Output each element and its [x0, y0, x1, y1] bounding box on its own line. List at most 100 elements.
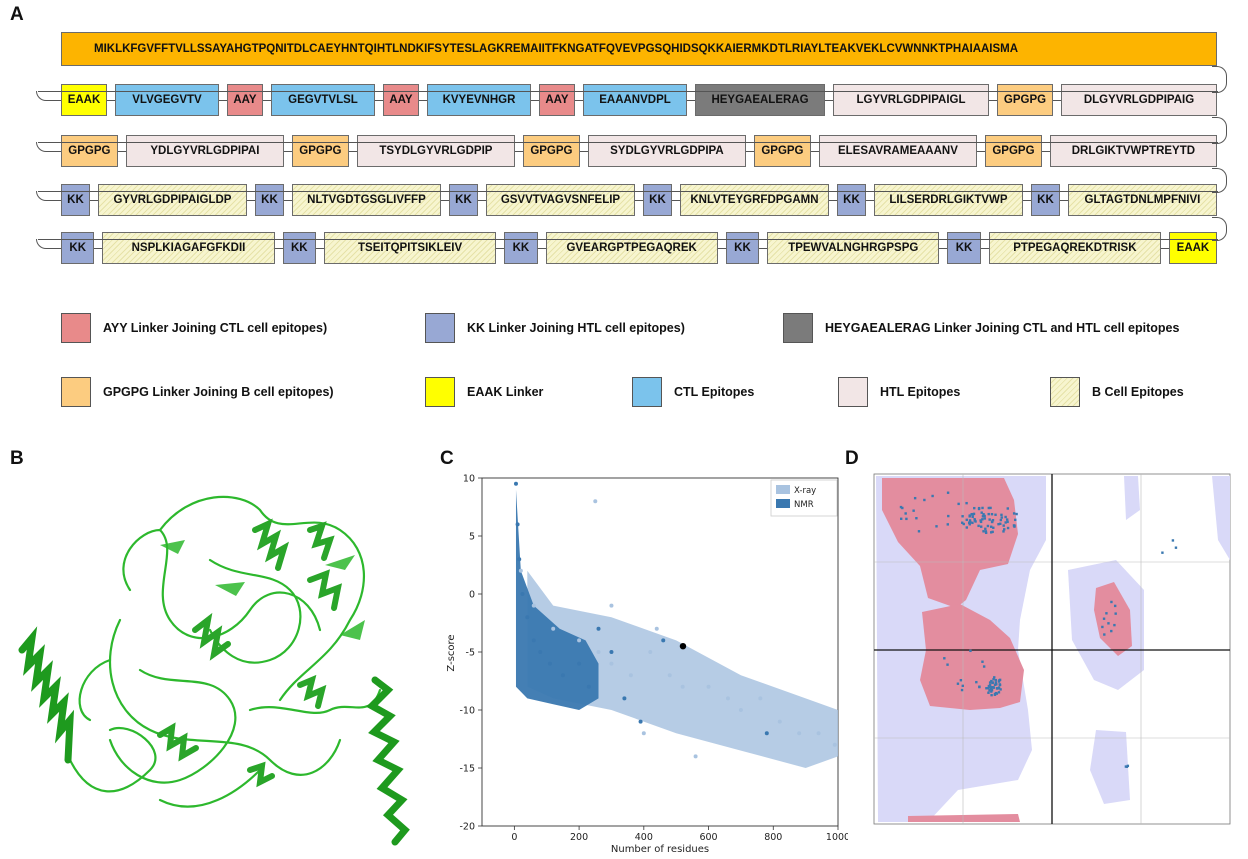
residue-point: [993, 692, 997, 696]
segment-connector: [635, 200, 643, 201]
segment-connector: [263, 100, 271, 101]
xray-point: [693, 754, 698, 759]
protein-3d-structure: [18, 495, 410, 846]
nmr-point: [531, 638, 536, 643]
residue-point: [1012, 512, 1016, 515]
residue-point: [981, 660, 984, 663]
legend-swatch: [1050, 377, 1080, 407]
residue-point: [1124, 765, 1128, 768]
panel-b-label: B: [10, 448, 24, 469]
residue-point: [965, 526, 969, 529]
residue-point: [991, 681, 994, 684]
residue-point: [984, 527, 987, 531]
nmr-point: [764, 731, 769, 736]
row-wrap-connector: [36, 239, 61, 249]
residue-point: [973, 506, 976, 510]
construct-segment-ctl: GEGVTVLSL: [271, 84, 375, 116]
row-wrap-connector: [36, 91, 61, 101]
residue-point: [991, 518, 995, 522]
construct-segment-gpgpg: GPGPG: [523, 135, 580, 167]
segment-connector: [829, 200, 837, 201]
construct-segment-bcell: KNLVTEYGRFDPGAMN: [679, 184, 829, 216]
construct-segment-bcell: TPEWVALNGHRGPSPG: [767, 232, 940, 264]
xray-point: [738, 708, 743, 712]
legend-swatch-xray: [776, 485, 790, 494]
xray-point: [680, 684, 685, 689]
construct-segment-kk: KK: [643, 184, 672, 216]
legend-swatch: [838, 377, 868, 407]
xray-point: [706, 684, 711, 689]
residue-point: [1013, 525, 1016, 528]
xray-point: [777, 719, 782, 724]
construct-segment-htl: ELESAVRAMEAAANV: [818, 135, 978, 167]
xray-point: [609, 603, 614, 608]
residue-point: [990, 512, 994, 516]
construct-segment-htl: LGYVRLGDPIPAIGL: [833, 84, 989, 116]
legend-swatch: [61, 377, 91, 407]
construct-segment-kk: KK: [725, 232, 760, 264]
legend-label: B Cell Epitopes: [1092, 385, 1184, 399]
construct-segment-gpgpg: GPGPG: [754, 135, 811, 167]
segment-connector: [375, 100, 383, 101]
segment-connector: [687, 100, 695, 101]
segment-connector: [865, 200, 874, 201]
segment-connector: [977, 151, 986, 152]
legend-item-aay: AYY Linker Joining CTL cell epitopes): [61, 313, 327, 343]
residue-point: [988, 683, 992, 687]
residue-point: [915, 517, 918, 520]
construct-segment-heyga: HEYGAEALERAG: [695, 84, 825, 116]
residue-point: [988, 681, 992, 684]
residue-point: [1113, 604, 1117, 608]
segment-connector: [107, 100, 115, 101]
nmr-point: [560, 673, 565, 678]
y-tick-label: -15: [459, 764, 475, 775]
construct-segment-bcell: NSPLKIAGAFGFKDII: [102, 232, 275, 264]
construct-segment-kk: KK: [947, 232, 981, 264]
legend-item-htl: HTL Epitopes: [838, 377, 960, 407]
residue-point: [899, 517, 903, 520]
residue-point: [1110, 629, 1113, 633]
segment-connector: [717, 248, 726, 249]
residue-point: [998, 678, 1002, 682]
residue-point: [990, 693, 993, 697]
nmr-point: [525, 615, 530, 620]
construct-segment-aay: AAY: [539, 84, 575, 116]
nmr-point: [515, 522, 520, 527]
construct-segment-htl: DLGYVRLGDPIPAIG: [1061, 84, 1217, 116]
residue-point: [980, 511, 983, 514]
residue-point: [904, 512, 907, 515]
segment-connector: [1041, 151, 1050, 152]
segment-connector: [1053, 100, 1061, 101]
residue-point: [1004, 521, 1007, 524]
residue-point: [999, 518, 1003, 522]
segment-connector: [1160, 248, 1169, 249]
panel-d-label: D: [845, 448, 859, 469]
nmr-point: [596, 626, 601, 631]
nmr-point: [586, 684, 591, 689]
legend-label: GPGPG Linker Joining B cell epitopes): [103, 385, 334, 399]
xray-point: [816, 731, 821, 736]
residue-point: [987, 691, 990, 694]
construct-segment-bcell: NLTVGDTGSGLIVFFP: [291, 184, 441, 216]
xray-point: [593, 499, 598, 504]
residue-point: [997, 522, 1000, 526]
construct-segment-kk: KK: [449, 184, 478, 216]
residue-point: [965, 501, 968, 505]
y-tick-label: -10: [459, 706, 475, 717]
signal-peptide-segment: MIKLKFGVFFTVLLSSAYAHGTPQNITDLCAEYHNTQIHT…: [61, 32, 1217, 66]
construct-segment-aay: AAY: [383, 84, 419, 116]
residue-point: [913, 496, 917, 500]
residue-point: [981, 506, 984, 510]
segment-connector: [515, 151, 524, 152]
nmr-point: [538, 650, 543, 654]
xray-point: [531, 603, 536, 608]
residue-point: [917, 530, 921, 533]
residue-point: [1101, 625, 1104, 629]
residue-point: [986, 524, 990, 528]
construct-segment-bcell: GSVVTVAGVSNFELIP: [485, 184, 635, 216]
row-return-line: [38, 142, 1218, 143]
residue-point: [982, 665, 986, 668]
residue-point: [960, 688, 964, 692]
residue-point: [981, 515, 985, 518]
legend-label: CTL Epitopes: [674, 385, 755, 399]
